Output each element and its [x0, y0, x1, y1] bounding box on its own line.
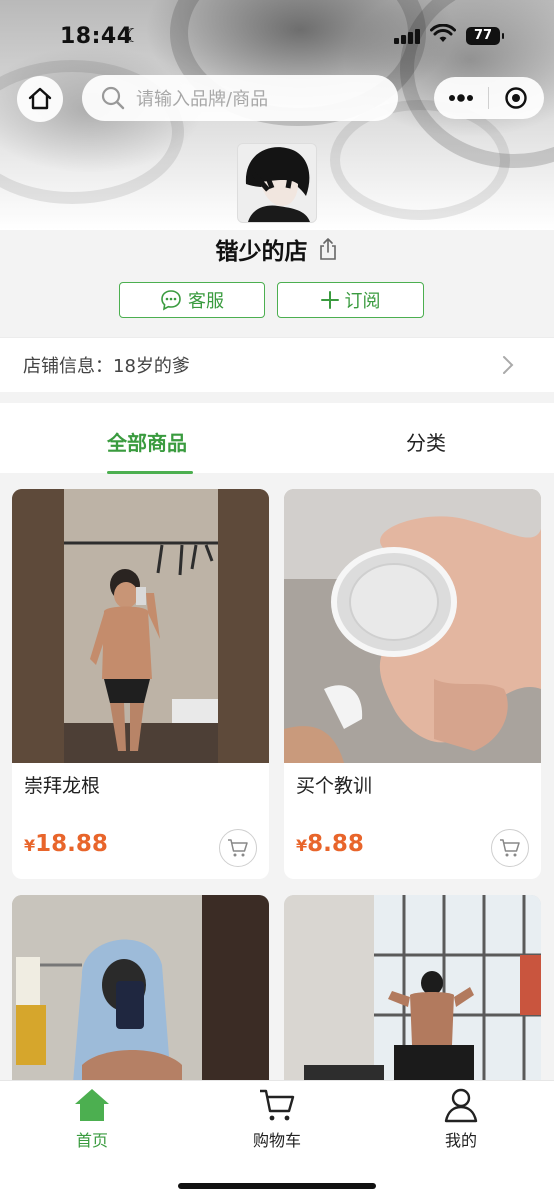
product-card[interactable]: 买个教训 ¥8.88	[284, 489, 541, 879]
home-outline-icon	[28, 87, 52, 110]
product-photo-window-pose	[284, 895, 541, 1095]
active-tab-indicator	[107, 471, 193, 474]
product-photo-plastic-cap	[284, 489, 541, 763]
cart-icon	[260, 1089, 295, 1121]
product-image	[284, 489, 541, 763]
more-dots-icon	[449, 94, 473, 102]
target-close-icon	[505, 87, 527, 109]
product-photo-mirror-selfie	[12, 489, 269, 763]
shop-name: 锴少的店	[215, 239, 308, 265]
miniprogram-capsule	[434, 77, 544, 119]
status-bar: 18:44 ☾ 77	[0, 0, 554, 74]
subscribe-label: 订阅	[344, 291, 381, 312]
product-card[interactable]: 崇拜龙根 ¥18.88	[12, 489, 269, 879]
product-photo-towel-selfie	[12, 895, 269, 1095]
plus-icon	[320, 291, 339, 309]
chevron-right-icon	[503, 356, 514, 374]
nav-home-label: 首页	[75, 1131, 108, 1150]
product-image	[284, 895, 541, 1095]
battery-indicator: 77	[466, 27, 504, 45]
nav-home[interactable]: 首页	[32, 1085, 152, 1151]
subscribe-button[interactable]: 订阅	[277, 282, 424, 318]
search-placeholder: 请输入品牌/商品	[136, 89, 269, 110]
add-to-cart-button[interactable]	[219, 829, 257, 867]
home-icon	[75, 1089, 109, 1121]
nav-cart[interactable]: 购物车	[217, 1085, 337, 1151]
home-indicator	[178, 1183, 376, 1189]
product-image	[12, 895, 269, 1095]
tab-categories[interactable]: 分类	[406, 427, 446, 456]
cart-icon	[228, 839, 248, 857]
cellular-signal-icon	[394, 28, 422, 44]
home-button[interactable]	[17, 76, 63, 122]
cart-icon	[500, 839, 520, 857]
user-icon	[444, 1088, 478, 1123]
product-title: 买个教训	[296, 775, 373, 797]
product-card[interactable]	[284, 895, 541, 1095]
shop-name-row: 锴少的店	[0, 232, 554, 268]
shop-info-row[interactable]: 店铺信息：18岁的爹	[0, 337, 554, 392]
wifi-icon	[430, 24, 456, 42]
product-title: 崇拜龙根	[24, 775, 101, 797]
nav-profile[interactable]: 我的	[401, 1085, 521, 1151]
add-to-cart-button[interactable]	[491, 829, 529, 867]
shop-action-buttons: 客服 订阅	[0, 282, 554, 318]
customer-service-button[interactable]: 客服	[119, 282, 265, 318]
moon-icon: ☾	[124, 25, 142, 47]
tab-all-products[interactable]: 全部商品	[107, 427, 187, 456]
search-bar[interactable]: 请输入品牌/商品	[82, 75, 398, 121]
more-options-button[interactable]	[434, 77, 488, 119]
product-card[interactable]	[12, 895, 269, 1095]
shop-info-text: 店铺信息：18岁的爹	[23, 356, 190, 377]
nav-profile-label: 我的	[444, 1131, 477, 1150]
anime-avatar-image	[238, 144, 316, 222]
shop-avatar[interactable]	[237, 143, 317, 223]
chat-bubble-icon	[161, 290, 181, 311]
search-icon	[101, 86, 125, 110]
status-time: 18:44	[60, 24, 133, 49]
product-image	[12, 489, 269, 763]
product-tabs: 全部商品 分类	[0, 403, 554, 474]
share-icon[interactable]	[317, 237, 339, 261]
product-price: ¥18.88	[24, 831, 108, 857]
nav-cart-label: 购物车	[252, 1131, 301, 1150]
close-miniprogram-button[interactable]	[489, 77, 543, 119]
product-price: ¥8.88	[296, 831, 364, 857]
customer-service-label: 客服	[188, 291, 224, 312]
